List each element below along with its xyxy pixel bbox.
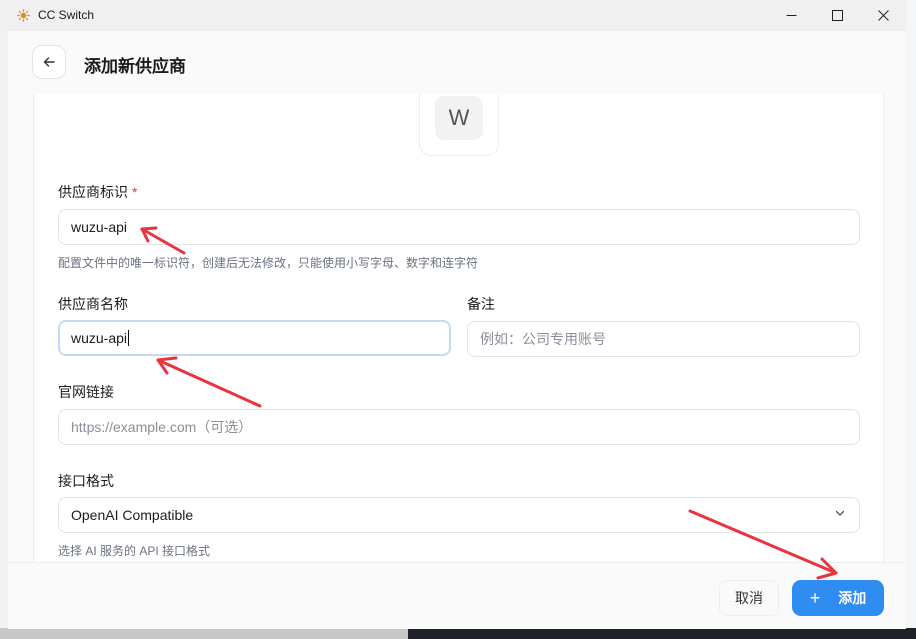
note-placeholder: 例如：公司专用账号 <box>480 331 606 347</box>
provider-id-hint: 配置文件中的唯一标识符，创建后无法修改，只能使用小写字母、数字和连字符 <box>58 256 479 270</box>
page-header: 添加新供应商 <box>8 31 906 94</box>
avatar-letter: W <box>435 96 483 140</box>
api-format-select[interactable]: OpenAI Compatible <box>58 497 860 533</box>
note-input[interactable]: 例如：公司专用账号 <box>467 321 860 357</box>
maximize-button[interactable] <box>814 0 860 31</box>
close-button[interactable] <box>860 0 906 31</box>
taskbar-area-left <box>0 628 408 639</box>
provider-id-input[interactable]: wuzu-api <box>58 209 860 245</box>
page-title: 添加新供应商 <box>84 57 186 76</box>
minimize-button[interactable] <box>768 0 814 31</box>
maximize-icon <box>831 10 843 21</box>
provider-id-label-text: 供应商标识 <box>58 184 128 200</box>
provider-name-label: 供应商名称 <box>58 296 128 312</box>
cancel-button[interactable]: 取消 <box>719 580 779 616</box>
minimize-icon <box>786 15 796 16</box>
window-title: CC Switch <box>38 8 95 22</box>
plus-icon: + <box>809 587 821 608</box>
api-format-label: 接口格式 <box>58 473 114 489</box>
api-format-hint: 选择 AI 服务的 API 接口格式 <box>58 544 211 558</box>
titlebar[interactable]: CC Switch <box>0 0 906 31</box>
api-format-selected: OpenAI Compatible <box>71 507 194 523</box>
text-caret <box>128 330 130 346</box>
provider-id-label: 供应商标识 * <box>58 182 137 202</box>
close-icon <box>877 10 889 21</box>
arrow-left-icon <box>43 57 55 67</box>
provider-avatar: W <box>419 94 499 156</box>
form-footer: 取消 + 添加 <box>8 562 906 629</box>
add-button-label: 添加 <box>838 590 867 606</box>
provider-form-card: W 供应商标识 * wuzu-api 配置文件中的唯一标识符，创建后无法修改，只能… <box>33 94 884 564</box>
cc-switch-sun-icon <box>17 9 30 22</box>
provider-name-value: wuzu-api <box>71 330 128 346</box>
website-label: 官网链接 <box>58 384 114 400</box>
note-label: 备注 <box>467 296 495 312</box>
provider-id-value: wuzu-api <box>71 219 128 235</box>
chevron-down-icon <box>835 510 845 516</box>
main-content: 添加新供应商 W 供应商标识 * wuzu-api 配置文件中的唯一标识符，创建后… <box>8 31 906 629</box>
provider-name-input[interactable]: wuzu-api <box>58 320 451 356</box>
website-placeholder: https://example.com（可选） <box>71 419 253 435</box>
app-window: CC Switch 添加新供应商 W 供应商标识 * wuzu-api 配置文件… <box>0 0 906 629</box>
taskbar-area-right <box>408 628 916 639</box>
add-button[interactable]: + 添加 <box>792 580 884 616</box>
required-mark: * <box>132 184 138 200</box>
website-input[interactable]: https://example.com（可选） <box>58 409 860 445</box>
back-button[interactable] <box>32 45 66 79</box>
background-app-edge <box>906 0 916 639</box>
